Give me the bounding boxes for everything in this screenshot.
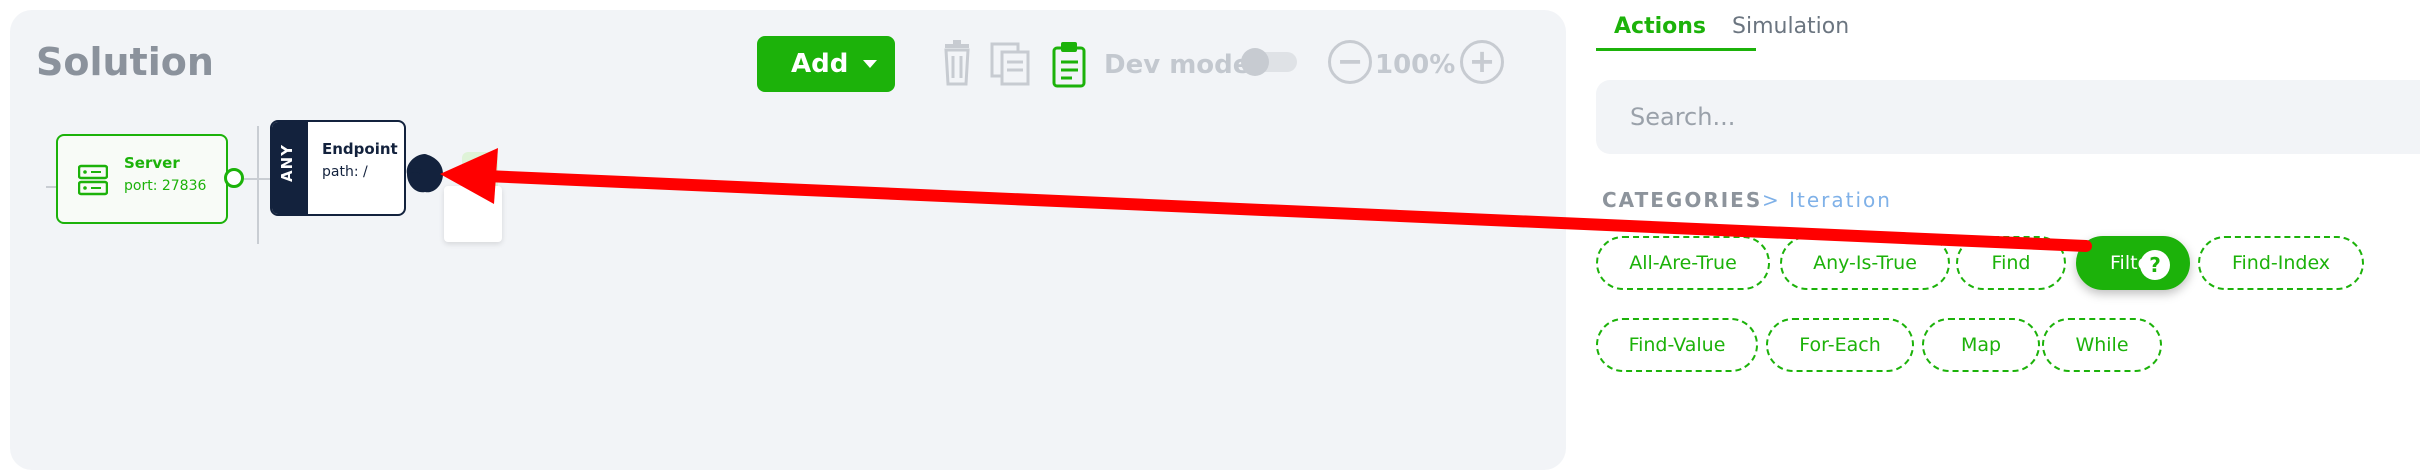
categories-breadcrumb[interactable]: > Iteration xyxy=(1762,188,1892,212)
categories-label: CATEGORIES xyxy=(1602,188,1763,212)
cursor-drop-icon xyxy=(406,154,443,193)
chip-label: Any-Is-True xyxy=(1813,252,1917,274)
chip-filter[interactable]: Filte ? xyxy=(2076,236,2190,290)
zoom-in-button[interactable]: + xyxy=(1460,40,1504,84)
copy-icon[interactable] xyxy=(988,40,1032,88)
server-node[interactable]: Server port: 27836 xyxy=(56,134,228,224)
endpoint-node-label: Endpoint xyxy=(322,140,398,158)
chip-label: Find-Value xyxy=(1628,334,1726,356)
tab-actions[interactable]: Actions xyxy=(1614,14,1706,39)
chip-any-is-true[interactable]: Any-Is-True xyxy=(1780,236,1950,290)
chip-label: For-Each xyxy=(1799,334,1881,356)
chip-find[interactable]: Find xyxy=(1956,236,2066,290)
server-icon xyxy=(78,164,108,196)
server-node-label: Server xyxy=(124,154,180,172)
chip-label: Map xyxy=(1960,334,2002,356)
endpoint-node[interactable]: ANY Endpoint path: / xyxy=(270,120,406,216)
zoom-out-button[interactable]: − xyxy=(1328,40,1372,84)
toggle-knob xyxy=(1241,48,1269,76)
add-button-label: Add xyxy=(791,49,849,79)
add-button[interactable]: Add xyxy=(757,36,895,92)
chip-label: While xyxy=(2075,334,2129,356)
chip-map[interactable]: Map xyxy=(1922,318,2040,372)
page-title: Solution xyxy=(36,40,214,84)
wire-vertical xyxy=(257,126,259,244)
chip-all-are-true[interactable]: All-Are-True xyxy=(1596,236,1770,290)
endpoint-method: ANY xyxy=(278,143,296,182)
active-tab-indicator xyxy=(1596,48,1756,51)
help-icon[interactable]: ? xyxy=(2140,250,2170,280)
chip-find-value[interactable]: Find-Value xyxy=(1596,318,1758,372)
chip-for-each[interactable]: For-Each xyxy=(1766,318,1914,372)
chip-find-index[interactable]: Find-Index xyxy=(2198,236,2364,290)
chip-label: Find xyxy=(1991,252,2031,274)
server-output-port[interactable] xyxy=(224,168,244,188)
endpoint-node-path: path: / xyxy=(322,164,368,180)
chip-label: Find-Index xyxy=(2231,252,2331,274)
drag-preview-card xyxy=(444,186,502,242)
server-node-port: port: 27836 xyxy=(124,178,207,194)
chip-while[interactable]: While xyxy=(2042,318,2162,372)
trash-icon[interactable] xyxy=(935,40,979,88)
zoom-level: 100% xyxy=(1375,50,1456,80)
tab-simulation[interactable]: Simulation xyxy=(1732,14,1849,39)
dev-mode-toggle[interactable] xyxy=(1241,48,1297,76)
dev-mode-label: Dev mode xyxy=(1104,50,1251,80)
chevron-down-icon xyxy=(863,60,877,68)
paste-icon[interactable] xyxy=(1048,40,1092,88)
chip-label: All-Are-True xyxy=(1629,252,1737,274)
search-input[interactable] xyxy=(1596,80,2420,154)
